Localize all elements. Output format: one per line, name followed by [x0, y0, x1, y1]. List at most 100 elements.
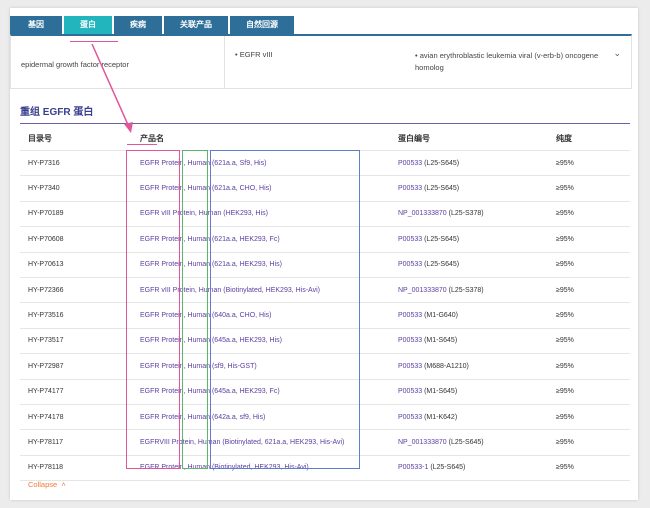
product-name-link[interactable]: EGFR Protein, Human (642a.a, sf9, His)	[132, 404, 390, 431]
product-name-text: EGFR Protein, Human (621a.a, HEK293, His…	[140, 261, 283, 269]
tab-bar: 基因 蛋白 疾病 关联产品 自然回源	[10, 16, 296, 34]
catalog-number: HY-P78118	[20, 455, 132, 482]
tab-gene[interactable]: 基因	[10, 16, 62, 34]
product-name-link[interactable]: EGFR Protein, Human (645a.a, HEK293, Fc)	[132, 379, 390, 405]
product-name-link[interactable]: EGFR vIII Protein, Human (HEK293, His)	[132, 201, 390, 228]
protein-id-cell: P00533 (L25-S645)	[390, 252, 548, 278]
protein-range: (L25-S378)	[448, 286, 484, 294]
protein-id-link[interactable]: P00533-1	[398, 464, 428, 471]
protein-id-link[interactable]: P00533	[398, 388, 422, 395]
table-row: HY-P73516 EGFR Protein, Human (640a.a, CH…	[20, 302, 630, 329]
table-row: HY-P74178 EGFR Protein, Human (642a.a, sf…	[20, 404, 630, 431]
purity-value: ≥95%	[548, 429, 630, 456]
purity-value: ≥95%	[548, 353, 630, 380]
protein-range: (L25-S378)	[448, 210, 484, 218]
table-row: HY-P78118 EGFR Protein, Human (Biotinylat…	[20, 455, 630, 482]
product-name-link[interactable]: EGFR vIII Protein, Human (Biotinylated, …	[132, 277, 390, 304]
catalog-number: HY-P70608	[20, 226, 132, 253]
purity-value: ≥95%	[548, 226, 630, 253]
protein-id-link[interactable]: NP_001333870	[398, 210, 447, 217]
gene-full-name: epidermal growth factor receptor	[21, 60, 129, 69]
header-catalog: 目录号	[20, 126, 132, 151]
protein-id-link[interactable]: P00533	[398, 261, 422, 268]
catalog-number: HY-P78117	[20, 429, 132, 456]
protein-range: (L25-S645)	[424, 235, 460, 243]
collapse-button[interactable]: Collapse ˄	[28, 480, 66, 489]
tab-related-products[interactable]: 关联产品	[164, 16, 228, 34]
purity-value: ≥95%	[548, 404, 630, 431]
purity-value: ≥95%	[548, 379, 630, 405]
protein-id-link[interactable]: P00533	[398, 185, 422, 192]
protein-id-link[interactable]: NP_001333870	[398, 287, 447, 294]
table-row: HY-P70613 EGFR Protein, Human (621a.a, HE…	[20, 252, 630, 278]
protein-range: (L25-S645)	[430, 464, 466, 472]
protein-id-link[interactable]: P00533	[398, 414, 422, 421]
protein-id-link[interactable]: P00533	[398, 312, 422, 319]
purity-value: ≥95%	[548, 277, 630, 304]
product-name-link[interactable]: EGFR Protein, Human (sf9, His-GST)	[132, 353, 390, 380]
header-product-name: 产品名	[132, 126, 390, 151]
section-title: 重组 EGFR 蛋白	[20, 107, 94, 118]
product-name-link[interactable]: EGFR Protein, Human (621a.a, HEK293, Fc)	[132, 226, 390, 253]
product-name-text: EGFR Protein, Human (621a.a, CHO, His)	[140, 185, 272, 193]
product-name-link[interactable]: EGFR Protein, Human (645a.a, HEK293, His…	[132, 328, 390, 355]
section-divider	[20, 123, 630, 124]
protein-id-cell: NP_001333870 (L25-S378)	[390, 277, 548, 304]
protein-id-cell: P00533 (M1-K642)	[390, 404, 548, 431]
gene-alias-2: • avian erythroblastic leukemia viral (v…	[415, 51, 599, 72]
product-name-text: EGFR Protein, Human (642a.a, sf9, His)	[140, 413, 266, 421]
catalog-number: HY-P70189	[20, 201, 132, 228]
protein-id-link[interactable]: P00533	[398, 236, 422, 243]
table-row: HY-P72987 EGFR Protein, Human (sf9, His-G…	[20, 353, 630, 380]
catalog-number: HY-P74177	[20, 379, 132, 405]
chevron-down-icon[interactable]: ⌄	[613, 48, 621, 59]
catalog-number: HY-P72366	[20, 277, 132, 304]
header-protein-id: 蛋白编号	[390, 126, 548, 151]
product-name-link[interactable]: EGFR Protein, Human (621a.a, CHO, His)	[132, 175, 390, 202]
collapse-label: Collapse	[28, 480, 58, 489]
catalog-number: HY-P74178	[20, 404, 132, 431]
gene-alias: • EGFR vIII	[235, 50, 273, 59]
header-purity: 纯度	[548, 126, 630, 151]
product-name-text: EGFR Protein, Human (645a.a, HEK293, His…	[140, 337, 283, 345]
protein-range: (L25-S645)	[424, 185, 460, 193]
tab-disease[interactable]: 疾病	[114, 16, 162, 34]
product-name-text: EGFR Protein, Human (621a.a, Sf9, His)	[140, 159, 267, 167]
product-name-link[interactable]: EGFR Protein, Human (621a.a, HEK293, His…	[132, 252, 390, 278]
catalog-number: HY-P7340	[20, 175, 132, 202]
purity-value: ≥95%	[548, 328, 630, 355]
catalog-number: HY-P70613	[20, 252, 132, 278]
protein-id-link[interactable]: P00533	[398, 337, 422, 344]
protein-id-link[interactable]: NP_001333870	[398, 439, 447, 446]
product-name-link[interactable]: EGFRVIII Protein, Human (Biotinylated, 6…	[132, 429, 390, 456]
tab-annotation-underline	[70, 41, 118, 42]
product-name-link[interactable]: EGFR Protein, Human (Biotinylated, HEK29…	[132, 455, 390, 482]
protein-range: (M688-A1210)	[424, 362, 469, 370]
catalog-number: HY-P73516	[20, 302, 132, 329]
protein-id-cell: P00533 (M1-S645)	[390, 328, 548, 355]
purity-value: ≥95%	[548, 302, 630, 329]
protein-id-link[interactable]: P00533	[398, 363, 422, 370]
product-name-link[interactable]: EGFR Protein, Human (621a.a, Sf9, His)	[132, 150, 390, 177]
catalog-number: HY-P7316	[20, 150, 132, 177]
catalog-number: HY-P72987	[20, 353, 132, 380]
protein-range: (M1-S645)	[424, 388, 458, 396]
table-row: HY-P73517 EGFR Protein, Human (645a.a, HE…	[20, 328, 630, 355]
product-name-text: EGFR vIII Protein, Human (HEK293, His)	[140, 210, 268, 218]
tab-natural-source[interactable]: 自然回源	[230, 16, 294, 34]
product-name-text: EGFR Protein, Human (621a.a, HEK293, Fc)	[140, 235, 280, 243]
product-name-text: EGFR vIII Protein, Human (Biotinylated, …	[140, 286, 320, 294]
product-name-link[interactable]: EGFR Protein, Human (640a.a, CHO, His)	[132, 302, 390, 329]
protein-range: (L25-S645)	[424, 261, 460, 269]
table-row: HY-P74177 EGFR Protein, Human (645a.a, HE…	[20, 379, 630, 405]
protein-id-link[interactable]: P00533	[398, 160, 422, 167]
protein-id-cell: P00533 (L25-S645)	[390, 226, 548, 253]
protein-id-cell: P00533-1 (L25-S645)	[390, 455, 548, 482]
protein-id-cell: P00533 (M1-S645)	[390, 379, 548, 405]
purity-value: ≥95%	[548, 252, 630, 278]
protein-id-cell: P00533 (L25-S645)	[390, 150, 548, 177]
tab-protein[interactable]: 蛋白	[64, 16, 112, 34]
protein-range: (M1-S645)	[424, 337, 458, 345]
product-name-text: EGFR Protein, Human (Biotinylated, HEK29…	[140, 464, 309, 472]
product-name-text: EGFR Protein, Human (640a.a, CHO, His)	[140, 312, 272, 320]
